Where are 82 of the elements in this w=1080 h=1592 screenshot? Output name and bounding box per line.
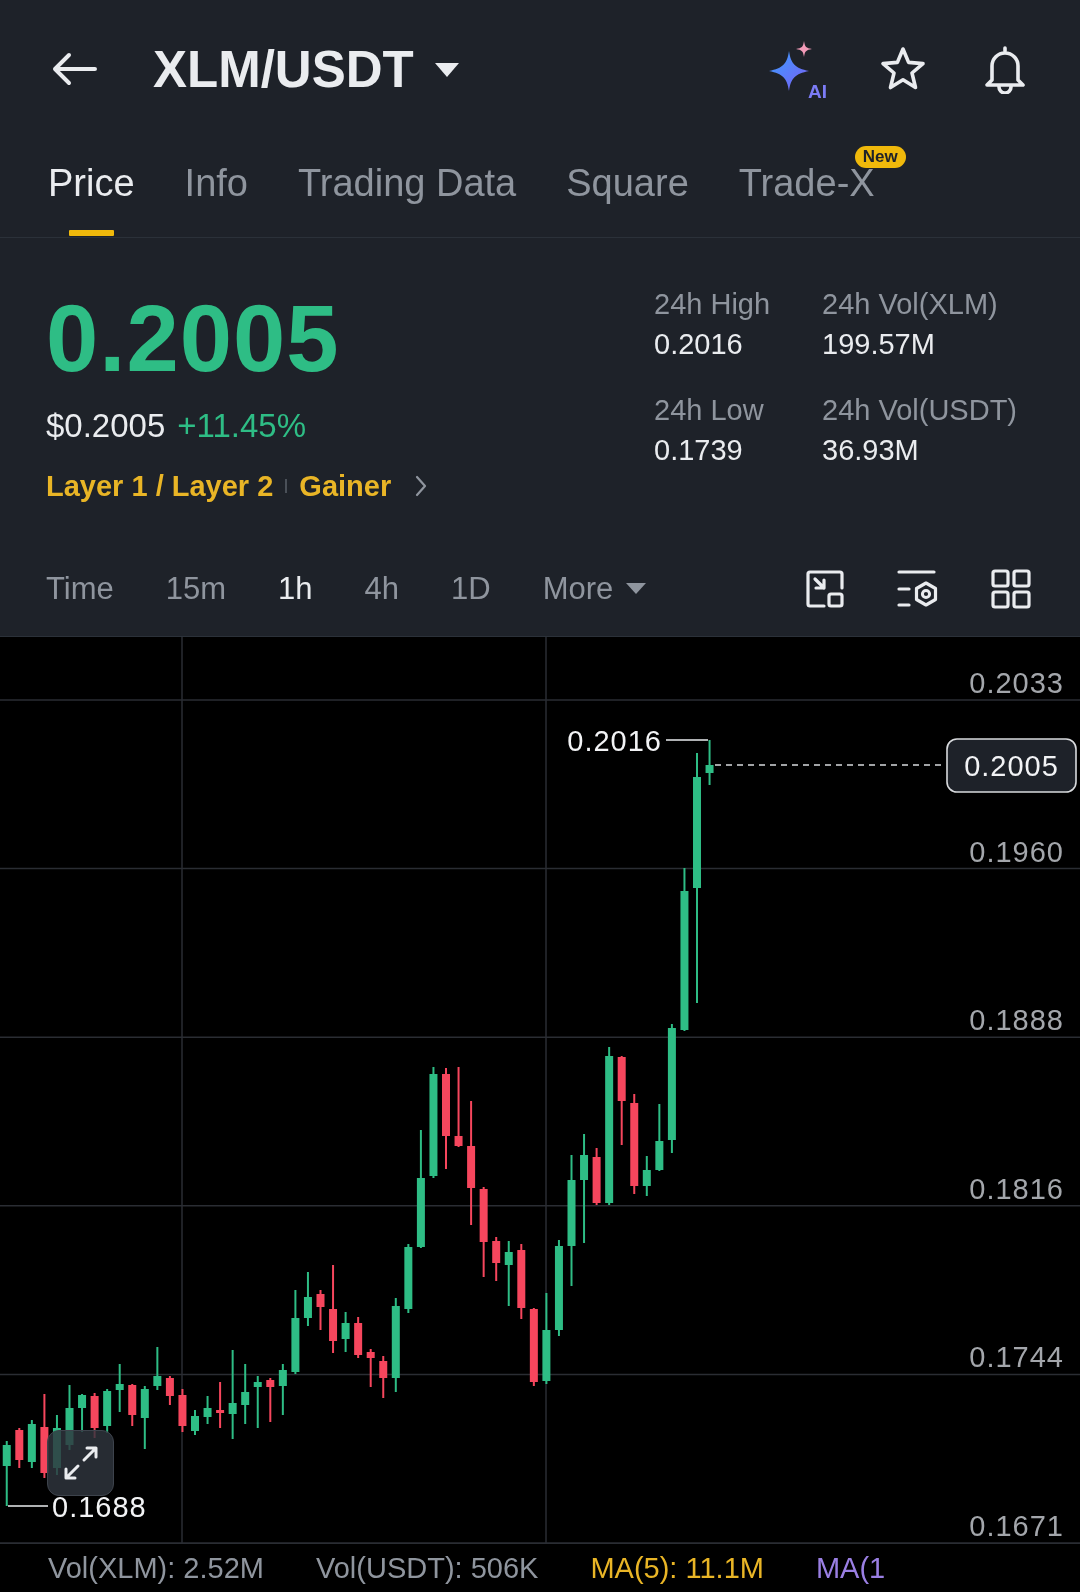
- interval-option[interactable]: Time: [46, 570, 114, 607]
- bullish-candle: [103, 1388, 112, 1434]
- bullish-candle: [303, 1271, 312, 1327]
- category-tag[interactable]: Gainer: [299, 469, 392, 503]
- bearish-candle: [592, 1147, 601, 1206]
- caret-down-icon: [625, 582, 648, 595]
- bullish-candle: [140, 1385, 149, 1450]
- stat-label: 24h High: [654, 287, 771, 322]
- bullish-candle: [153, 1346, 162, 1391]
- price-axis-label: 0.1888: [969, 1004, 1064, 1037]
- usd-price: $0.2005: [46, 407, 166, 445]
- bullish-candle: [241, 1363, 250, 1425]
- bearish-candle: [316, 1289, 325, 1331]
- price-change: +11.45%: [177, 407, 307, 445]
- bearish-candle: [266, 1377, 275, 1423]
- bullish-candle: [504, 1240, 513, 1307]
- stat-label: 24h Vol(XLM): [822, 287, 998, 322]
- stat-value: 36.93M: [822, 433, 919, 468]
- expand-button[interactable]: [47, 1430, 114, 1496]
- low-price-label: 0.1688: [52, 1491, 147, 1523]
- ai-assistant-button[interactable]: AI: [769, 41, 827, 97]
- bearish-candle: [354, 1316, 363, 1359]
- bearish-candle: [128, 1383, 137, 1427]
- high-price-label: 0.2016: [567, 725, 662, 757]
- tab[interactable]: Square: [566, 138, 689, 237]
- interval-option[interactable]: 1h: [278, 570, 313, 607]
- bullish-candle: [278, 1363, 287, 1416]
- bullish-candle: [78, 1393, 87, 1433]
- price-axis-label: 0.1816: [969, 1172, 1064, 1205]
- interval-option[interactable]: 15m: [165, 570, 227, 607]
- star-icon[interactable]: [879, 46, 927, 92]
- price-axis-label: 0.1744: [969, 1341, 1064, 1374]
- tab[interactable]: Trading Data: [297, 138, 517, 237]
- indicator-value: Vol(USDT): 506K: [316, 1551, 539, 1585]
- leader-line: [7, 1505, 49, 1507]
- bullish-candle: [642, 1155, 651, 1197]
- bullish-candle: [203, 1395, 212, 1425]
- bullish-candle: [115, 1363, 124, 1413]
- bullish-candle: [2, 1440, 11, 1507]
- bullish-candle: [404, 1243, 413, 1314]
- stat-label: 24h Vol(USDT): [822, 393, 1017, 428]
- active-tab-indicator: [69, 230, 115, 236]
- bullish-candle: [191, 1409, 199, 1436]
- grid-icon[interactable]: [990, 567, 1032, 610]
- price-axis-label: 0.2033: [969, 667, 1064, 699]
- bullish-candle: [705, 739, 714, 786]
- bullish-candle: [253, 1375, 262, 1429]
- bullish-candle: [27, 1419, 36, 1469]
- tab[interactable]: Price: [48, 138, 135, 237]
- pair-title[interactable]: XLM/USDT: [153, 39, 414, 99]
- bearish-candle: [379, 1355, 388, 1399]
- bearish-candle: [492, 1236, 501, 1282]
- last-price-tag: 0.2005: [946, 738, 1077, 793]
- stat-label: 24h Low: [654, 393, 764, 428]
- indicator-value: Vol(XLM): 2.52M: [48, 1551, 264, 1585]
- last-price: 0.2005: [46, 292, 341, 386]
- indicator-value: MA(1: [815, 1551, 886, 1585]
- stat-value: 0.1739: [654, 433, 743, 468]
- bullish-candle: [655, 1103, 664, 1172]
- more-dropdown[interactable]: More: [542, 570, 648, 607]
- frame-arrow-icon[interactable]: [804, 567, 846, 610]
- chevron-right-icon[interactable]: [415, 475, 428, 497]
- interval-option[interactable]: 4h: [364, 570, 400, 607]
- caret-down-icon[interactable]: [433, 62, 460, 78]
- tab[interactable]: Info: [184, 138, 248, 237]
- settings-icon[interactable]: [896, 567, 940, 610]
- price-axis-label: 0.1671: [969, 1510, 1064, 1542]
- stat-value: 0.2016: [654, 327, 743, 362]
- stat-value: 199.57M: [822, 327, 935, 362]
- bearish-candle: [366, 1348, 375, 1388]
- bearish-candle: [178, 1388, 187, 1433]
- bullish-candle: [341, 1311, 350, 1353]
- category-tag[interactable]: Layer 1 / Layer 2: [46, 469, 274, 503]
- bearish-candle: [216, 1381, 225, 1429]
- back-arrow-icon[interactable]: [51, 52, 97, 86]
- indicator-value: MA(5): 11.1M: [590, 1551, 764, 1585]
- new-badge: New: [854, 146, 906, 168]
- interval-option[interactable]: 1D: [451, 570, 491, 607]
- price-axis-label: 0.1960: [969, 835, 1064, 868]
- bearish-candle: [15, 1427, 24, 1469]
- bearish-candle: [165, 1375, 174, 1406]
- leader-line: [665, 739, 709, 741]
